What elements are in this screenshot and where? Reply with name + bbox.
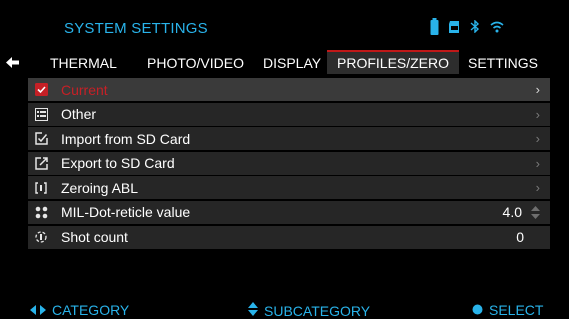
chevron-right-icon: › [535,131,540,147]
zeroing-icon [33,180,49,196]
footer-select-label: SELECT [489,302,544,318]
sd-card-icon [449,20,460,33]
footer-category-label: CATEGORY [52,302,130,318]
list-item-import-sd[interactable]: Import from SD Card › [28,127,550,151]
chevron-right-icon: › [535,82,540,97]
footer-select: SELECT [472,302,543,318]
shot-count-value: 0 [516,228,524,245]
list-item-zeroing-abl[interactable]: Zeroing ABL › [28,176,550,200]
list-item-label: Shot count [61,229,128,246]
wifi-icon [490,21,504,33]
status-bar [430,18,504,35]
chevron-right-icon: › [535,155,540,171]
list-item-other[interactable]: Other › [28,102,550,126]
bluetooth-icon [470,20,480,33]
list-item-export-sd[interactable]: Export to SD Card › [28,151,550,175]
left-right-arrows-icon [30,302,46,318]
tab-display[interactable]: DISPLAY [263,52,321,74]
list-item-current[interactable]: Current › [28,78,550,101]
back-arrow-icon[interactable] [6,55,19,73]
list-item-shot-count[interactable]: Shot count 0 [28,225,550,249]
import-icon [33,131,49,147]
footer-subcategory-label: SUBCATEGORY [264,302,371,319]
list-item-label: Current [61,81,108,98]
settings-list: Current › Other › Import from SD Card › … [28,78,550,250]
dots-icon [33,204,49,220]
shot-icon [33,229,49,245]
battery-icon [430,18,439,35]
select-dot-icon [472,302,483,318]
tab-thermal[interactable]: THERMAL [50,52,117,74]
footer-subcategory: SUBCATEGORY [248,302,370,319]
page-title: SYSTEM SETTINGS [64,20,208,37]
chevron-right-icon: › [535,180,540,196]
chevron-right-icon: › [535,106,540,122]
list-item-label: Export to SD Card [61,155,175,172]
up-down-arrows-icon[interactable] [531,205,540,224]
mil-dot-value: 4.0 [502,203,522,220]
footer-category: CATEGORY [30,302,129,318]
checkbox-checked-icon [33,82,49,98]
export-icon [33,155,49,171]
list-item-label: Import from SD Card [61,130,191,147]
tab-bar: THERMAL PHOTO/VIDEO DISPLAY PROFILES/ZER… [30,50,569,74]
up-down-arrows-icon [248,302,258,319]
list-icon [33,106,49,122]
list-item-mil-dot[interactable]: MIL-Dot-reticle value 4.0 [28,200,550,224]
list-item-label: Other [61,106,97,123]
list-item-label: Zeroing ABL [61,179,139,196]
tab-settings[interactable]: SETTINGS [468,52,538,74]
list-item-label: MIL-Dot-reticle value [61,204,191,221]
tab-photo-video[interactable]: PHOTO/VIDEO [147,52,244,74]
tab-profiles-zero[interactable]: PROFILES/ZERO [327,50,460,74]
